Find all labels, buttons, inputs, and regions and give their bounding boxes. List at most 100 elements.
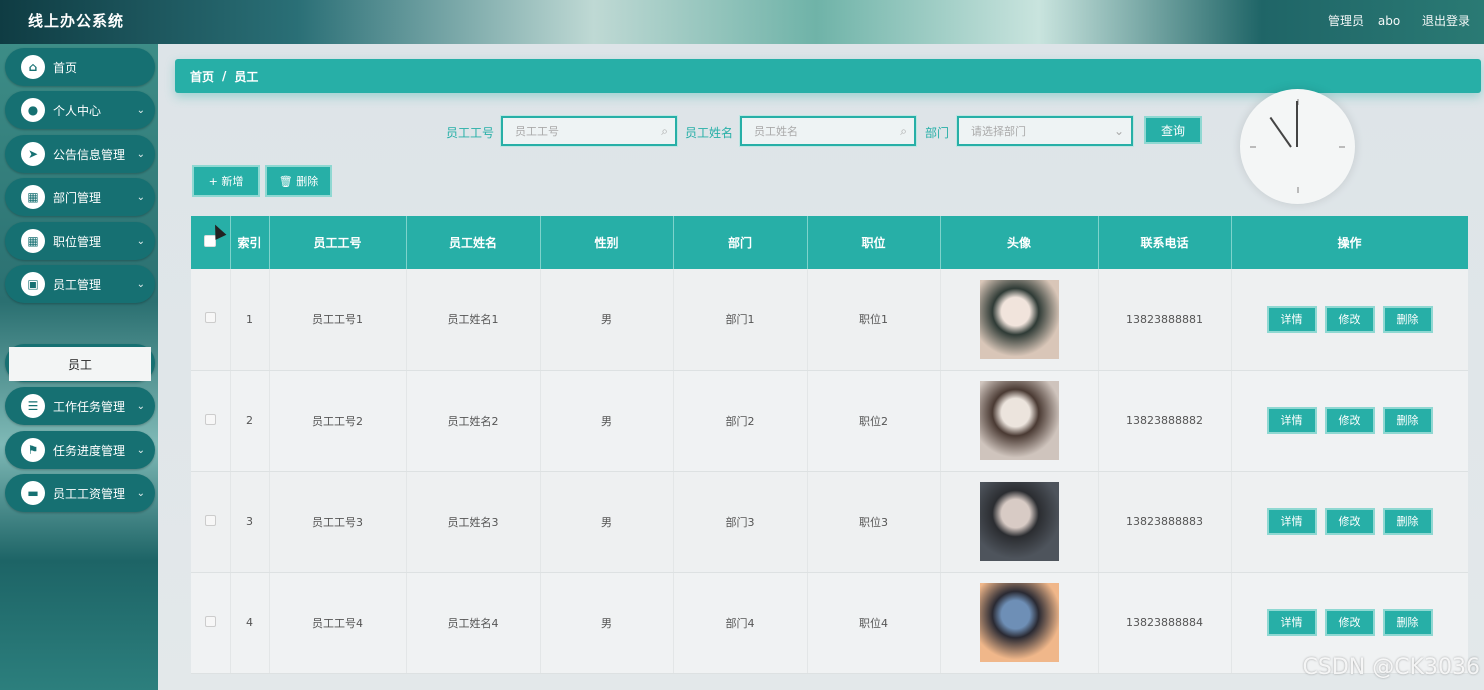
sidebar-item[interactable]: ▣ 员工管理 ⌄ [5, 265, 155, 303]
sidebar-item[interactable]: ● 个人中心 ⌄ [5, 91, 155, 129]
sidebar-item-label: 部门管理 [53, 190, 102, 205]
cell-dept: 部门3 [673, 471, 808, 573]
cell-index: 3 [230, 471, 270, 573]
breadcrumb-separator: / [222, 69, 227, 83]
header-position: 职位 [807, 216, 941, 269]
list-icon: ☰ [21, 394, 45, 418]
header-avatar: 头像 [940, 216, 1099, 269]
top-bar: 线上办公系统 管理员 abo 退出登录 [0, 0, 1484, 44]
table-row: 4 员工工号4 员工姓名4 男部门4 职位4 13823888884 详情 修改 删除 [191, 572, 1468, 674]
sidebar-item-label: 员工管理 [53, 277, 102, 292]
detail-button[interactable]: 详情 [1266, 609, 1317, 636]
delete-button[interactable]: 删除 [1382, 609, 1433, 636]
breadcrumb-home[interactable]: 首页 [190, 68, 214, 85]
grid-icon: ▦ [21, 229, 45, 253]
sidebar-item-label: 个人中心 [53, 103, 102, 118]
row-checkbox[interactable] [204, 514, 216, 526]
breadcrumb-current: 员工 [234, 69, 259, 84]
cell-phone: 13823888881 [1098, 269, 1232, 371]
header-emp-name: 员工姓名 [406, 216, 541, 269]
delete-button[interactable]: 删除 [1382, 305, 1433, 333]
select-all-header[interactable] [191, 216, 231, 269]
sidebar-item[interactable]: ▬ 员工工资管理 ⌄ [5, 474, 155, 512]
delete-button[interactable]: 删除 [1382, 508, 1433, 535]
row-select-cell[interactable] [191, 269, 231, 371]
logout-link[interactable]: 退出登录 [1422, 14, 1470, 28]
row-select-cell[interactable] [191, 572, 231, 674]
sidebar-item[interactable]: ⚑ 任务进度管理 ⌄ [5, 431, 155, 469]
cell-emp-name: 员工姓名2 [406, 370, 541, 472]
chevron-down-icon: ⌄ [136, 400, 145, 412]
cell-emp-no: 员工工号2 [269, 370, 407, 472]
sidebar: ⌂首页●个人中心⌄➤公告信息管理⌄▦部门管理⌄▦职位管理⌄▣员工管理⌄▦员工考勤… [0, 44, 158, 690]
cell-gender: 男 [540, 370, 674, 472]
header-emp-no: 员工工号 [269, 216, 407, 269]
detail-button[interactable]: 详情 [1266, 508, 1317, 535]
row-checkbox[interactable] [204, 312, 216, 324]
sidebar-item[interactable]: ☰ 工作任务管理 ⌄ [5, 387, 155, 425]
cell-emp-name: 员工姓名4 [406, 572, 541, 674]
cell-phone: 13823888882 [1098, 370, 1232, 472]
chevron-down-icon: ⌄ [136, 235, 145, 247]
user-name: abo [1377, 14, 1401, 28]
cell-ops: 详情 修改 删除 [1231, 370, 1468, 472]
cell-index: 4 [230, 572, 270, 674]
sidebar-item[interactable]: ➤ 公告信息管理 ⌄ [5, 135, 155, 173]
header-index: 索引 [230, 216, 270, 269]
clock-decoration [1240, 89, 1355, 204]
cell-position: 职位2 [807, 370, 941, 472]
sidebar-item[interactable]: ▦ 部门管理 ⌄ [5, 178, 155, 216]
edit-button[interactable]: 修改 [1324, 407, 1375, 434]
cell-index: 1 [230, 269, 270, 371]
table-header-row: 索引 员工工号 员工姓名 性别 部门 职位 头像 联系电话 操作 [191, 216, 1468, 269]
cell-ops: 详情 修改 删除 [1231, 471, 1468, 573]
edit-button[interactable]: 修改 [1324, 609, 1375, 636]
dept-label: 部门 [925, 126, 950, 140]
sidebar-item-label: 任务进度管理 [53, 443, 126, 458]
row-select-cell[interactable] [191, 370, 231, 472]
cell-avatar [940, 269, 1099, 371]
detail-button[interactable]: 详情 [1266, 407, 1317, 434]
chevron-down-icon: ⌄ [136, 487, 145, 499]
query-button[interactable]: 查询 [1144, 116, 1202, 144]
edit-button[interactable]: 修改 [1324, 508, 1375, 535]
add-button[interactable]: + 新增 [192, 165, 260, 197]
dept-select-input[interactable] [959, 118, 1131, 144]
dept-select[interactable]: ⌄ [957, 116, 1133, 146]
cell-avatar [940, 471, 1099, 573]
cell-gender: 男 [540, 572, 674, 674]
sidebar-item-label: 工作任务管理 [53, 399, 126, 414]
row-checkbox[interactable] [204, 413, 216, 425]
sidebar-item[interactable]: ⌂ 首页 [5, 48, 155, 86]
chevron-down-icon: ⌄ [136, 278, 145, 290]
emp-name-label: 员工姓名 [685, 126, 734, 140]
detail-button[interactable]: 详情 [1266, 305, 1317, 333]
emp-name-input[interactable] [742, 118, 914, 144]
search-icon: ⌕ [900, 124, 907, 138]
row-checkbox[interactable] [204, 615, 216, 627]
emp-no-field[interactable]: ⌕ [501, 116, 677, 146]
card-icon: ▬ [21, 481, 45, 505]
user-area: 管理员 abo 退出登录 [1318, 12, 1470, 29]
sidebar-item[interactable]: ▦ 职位管理 ⌄ [5, 222, 155, 260]
cell-avatar [940, 572, 1099, 674]
table-row: 1 员工工号1 员工姓名1 男部门1 职位1 13823888881 详情 修改 删除 [191, 269, 1468, 371]
cell-gender: 男 [540, 471, 674, 573]
user-role: 管理员 [1328, 14, 1365, 28]
edit-button[interactable]: 修改 [1324, 305, 1375, 333]
cell-gender: 男 [540, 269, 674, 371]
sidebar-subitem-employee[interactable]: 员工 [9, 347, 151, 381]
delete-button[interactable]: 删除 [1382, 407, 1433, 434]
cell-emp-no: 员工工号1 [269, 269, 407, 371]
delete-selected-button[interactable]: 🗑 删除 [265, 165, 332, 197]
emp-no-label: 员工工号 [446, 126, 495, 140]
emp-name-field[interactable]: ⌕ [740, 116, 916, 146]
cell-emp-name: 员工姓名1 [406, 269, 541, 371]
row-select-cell[interactable] [191, 471, 231, 573]
chevron-down-icon: ⌄ [136, 104, 145, 116]
emp-no-input[interactable] [503, 118, 675, 144]
chevron-down-icon: ⌄ [136, 191, 145, 203]
cell-emp-no: 员工工号4 [269, 572, 407, 674]
avatar-image [979, 482, 1059, 561]
header-phone: 联系电话 [1098, 216, 1232, 269]
